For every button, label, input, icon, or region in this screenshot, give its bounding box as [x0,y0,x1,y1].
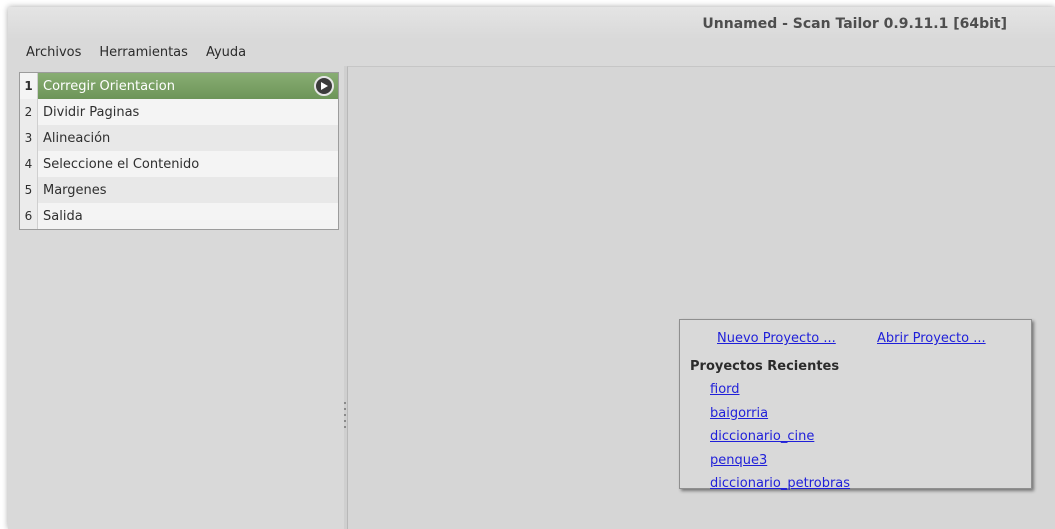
stage-number: 6 [20,203,38,229]
main-area: Nuevo Proyecto ... Abrir Proyecto ... Pr… [347,66,1055,529]
play-icon [321,82,328,90]
menu-archivos[interactable]: Archivos [26,45,81,60]
stage-number: 3 [20,125,38,151]
stage-label: Salida [43,208,83,224]
stage-item-salida[interactable]: 6 Salida [20,203,338,229]
play-button[interactable] [314,76,334,96]
recent-project-link[interactable]: diccionario_petrobras [710,476,850,491]
stage-label: Dividir Paginas [43,104,140,120]
stage-number: 4 [20,151,38,177]
stage-label: Corregir Orientacion [43,78,175,94]
open-project-link[interactable]: Abrir Proyecto ... [877,331,986,346]
stage-item-margenes[interactable]: 5 Margenes [20,177,338,203]
app-window: Unnamed - Scan Tailor 0.9.11.1 [64bit] A… [8,7,1055,529]
recent-project-link[interactable]: diccionario_cine [710,429,814,444]
recent-project-link[interactable]: penque3 [710,453,767,468]
recent-project-link[interactable]: baigorria [710,406,768,421]
recent-project-link[interactable]: fiord [710,382,740,397]
stage-item-dividir-paginas[interactable]: 2 Dividir Paginas [20,99,338,125]
menu-bar: Archivos Herramientas Ayuda [8,39,1055,66]
stage-label: Margenes [43,182,107,198]
menu-ayuda[interactable]: Ayuda [206,45,246,60]
stage-item-alineacion[interactable]: 3 Alineación [20,125,338,151]
stage-item-seleccione-contenido[interactable]: 4 Seleccione el Contenido [20,151,338,177]
recent-projects-heading: Proyectos Recientes [690,359,840,374]
stage-item-corregir-orientacion[interactable]: 1 Corregir Orientacion [20,73,338,99]
start-dialog: Nuevo Proyecto ... Abrir Proyecto ... Pr… [679,319,1032,491]
new-project-link[interactable]: Nuevo Proyecto ... [717,331,836,346]
menu-herramientas[interactable]: Herramientas [99,45,188,60]
title-bar[interactable]: Unnamed - Scan Tailor 0.9.11.1 [64bit] [8,7,1055,39]
stage-label: Alineación [43,130,111,146]
filter-panel: 1 Corregir Orientacion 2 Dividir Paginas… [8,66,344,529]
window-title: Unnamed - Scan Tailor 0.9.11.1 [64bit] [702,16,1007,32]
stage-number: 5 [20,177,38,203]
recent-projects-list: fiord baigorria diccionario_cine penque3… [710,382,850,500]
stage-list: 1 Corregir Orientacion 2 Dividir Paginas… [19,72,339,230]
stage-label: Seleccione el Contenido [43,156,200,172]
stage-number: 1 [20,73,38,99]
stage-number: 2 [20,99,38,125]
